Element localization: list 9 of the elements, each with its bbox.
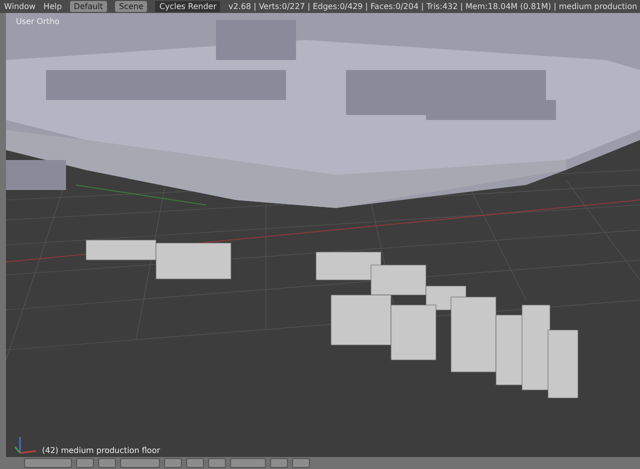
menu-item[interactable]: Help — [44, 0, 62, 13]
view-label: User Ortho — [16, 16, 60, 28]
menu-item[interactable]: Window — [4, 0, 36, 13]
object-label: (42) medium production floor — [42, 445, 160, 457]
stats-text: v2.68 | Verts:0/227 | Edges:0/429 | Faces:0/204 | Tris:432 | Mem:18.04M (0.81M) | medium production — [228, 1, 638, 13]
render-engine-dropdown[interactable]: Cycles Render — [155, 1, 220, 12]
layout-field[interactable]: Default — [70, 1, 108, 12]
3d-viewport[interactable]: User Ortho (42) medium production floor — [6, 13, 640, 457]
scene-field[interactable]: Scene — [115, 1, 148, 12]
